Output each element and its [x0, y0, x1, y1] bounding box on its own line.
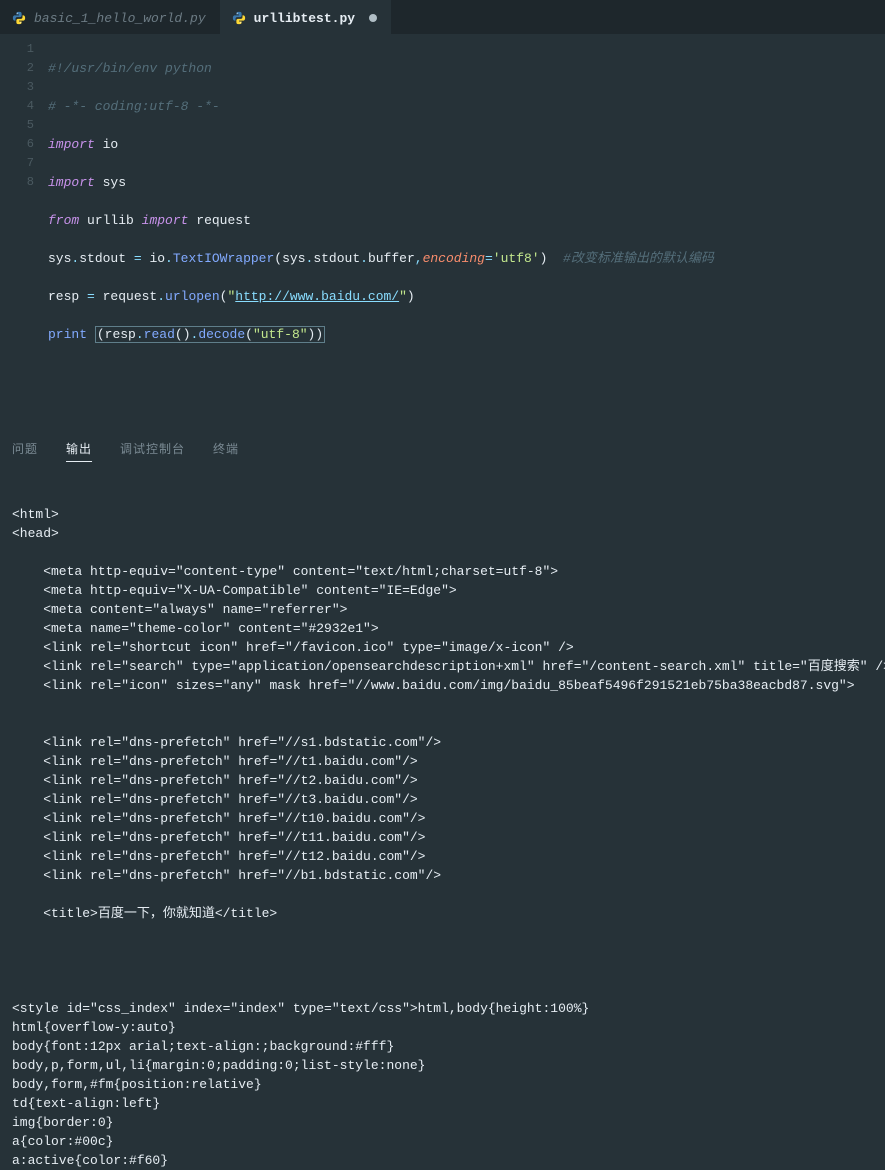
tok: stdout: [79, 251, 126, 266]
mod: sys: [103, 175, 126, 190]
tok: (): [175, 327, 191, 342]
tok: (: [245, 327, 253, 342]
mod: request: [196, 213, 251, 228]
fn: print: [48, 327, 87, 342]
comment: #改变标准输出的默认编码: [547, 251, 713, 266]
tok: [87, 327, 95, 342]
tok: stdout: [313, 251, 360, 266]
tok: .: [157, 289, 165, 304]
tab-label: urllibtest.py: [254, 11, 355, 26]
tok: (: [97, 327, 105, 342]
python-file-icon: [12, 11, 26, 25]
tok: .: [165, 251, 173, 266]
code-editor[interactable]: 1 2 3 4 5 6 7 8 #!/usr/bin/env python # …: [0, 34, 885, 382]
line-number: 5: [0, 116, 34, 135]
python-file-icon: [232, 11, 246, 25]
panel-tab-terminal[interactable]: 终端: [213, 440, 239, 457]
tok: (: [274, 251, 282, 266]
tok: request: [103, 289, 158, 304]
tab-basic-hello-world[interactable]: basic_1_hello_world.py: [0, 0, 220, 34]
str: 'utf8': [493, 251, 540, 266]
mod: io: [103, 137, 119, 152]
fn: read: [144, 327, 175, 342]
kwarg: encoding: [423, 251, 485, 266]
fn: TextIOWrapper: [173, 251, 274, 266]
panel-tabs: 问题 输出 调试控制台 终端: [0, 430, 885, 465]
pkg: urllib: [87, 213, 134, 228]
code-line: #!/usr/bin/env python: [48, 61, 212, 76]
line-number: 1: [0, 40, 34, 59]
tab-label: basic_1_hello_world.py: [34, 11, 206, 26]
tok: =: [79, 289, 102, 304]
code-content[interactable]: #!/usr/bin/env python # -*- coding:utf-8…: [48, 40, 714, 382]
url: http://www.baidu.com/: [235, 289, 399, 304]
tok: =: [485, 251, 493, 266]
unsaved-indicator-icon: [369, 14, 377, 22]
line-number: 7: [0, 154, 34, 173]
tok: ): [407, 289, 415, 304]
str: "utf-8": [253, 327, 308, 342]
tab-urllibtest[interactable]: urllibtest.py: [220, 0, 391, 34]
kw: import: [48, 175, 95, 190]
line-number-gutter: 1 2 3 4 5 6 7 8: [0, 40, 48, 382]
line-number: 2: [0, 59, 34, 78]
kw: import: [48, 137, 95, 152]
line-number: 4: [0, 97, 34, 116]
tok: sys: [48, 251, 71, 266]
tok: ,: [415, 251, 423, 266]
panel-tab-problems[interactable]: 问题: [12, 440, 38, 457]
tok: buffer: [368, 251, 415, 266]
output-panel[interactable]: <html> <head> <meta http-equiv="content-…: [0, 495, 885, 1170]
tok: sys: [282, 251, 305, 266]
tok: .: [136, 327, 144, 342]
line-number: 6: [0, 135, 34, 154]
tok: .: [360, 251, 368, 266]
line-number: 8: [0, 173, 34, 192]
tok: io: [149, 251, 165, 266]
kw: import: [142, 213, 189, 228]
fn: urlopen: [165, 289, 220, 304]
tok: resp: [48, 289, 79, 304]
code-line: # -*- coding:utf-8 -*-: [48, 99, 220, 114]
panel-tab-debug-console[interactable]: 调试控制台: [120, 440, 185, 457]
line-number: 3: [0, 78, 34, 97]
tok: =: [126, 251, 149, 266]
editor-tabs: basic_1_hello_world.py urllibtest.py: [0, 0, 885, 34]
fn: decode: [198, 327, 245, 342]
tok: ): [315, 327, 323, 342]
kw: from: [48, 213, 79, 228]
tok: resp: [105, 327, 136, 342]
tok: ": [399, 289, 407, 304]
panel-tab-output[interactable]: 输出: [66, 440, 92, 457]
